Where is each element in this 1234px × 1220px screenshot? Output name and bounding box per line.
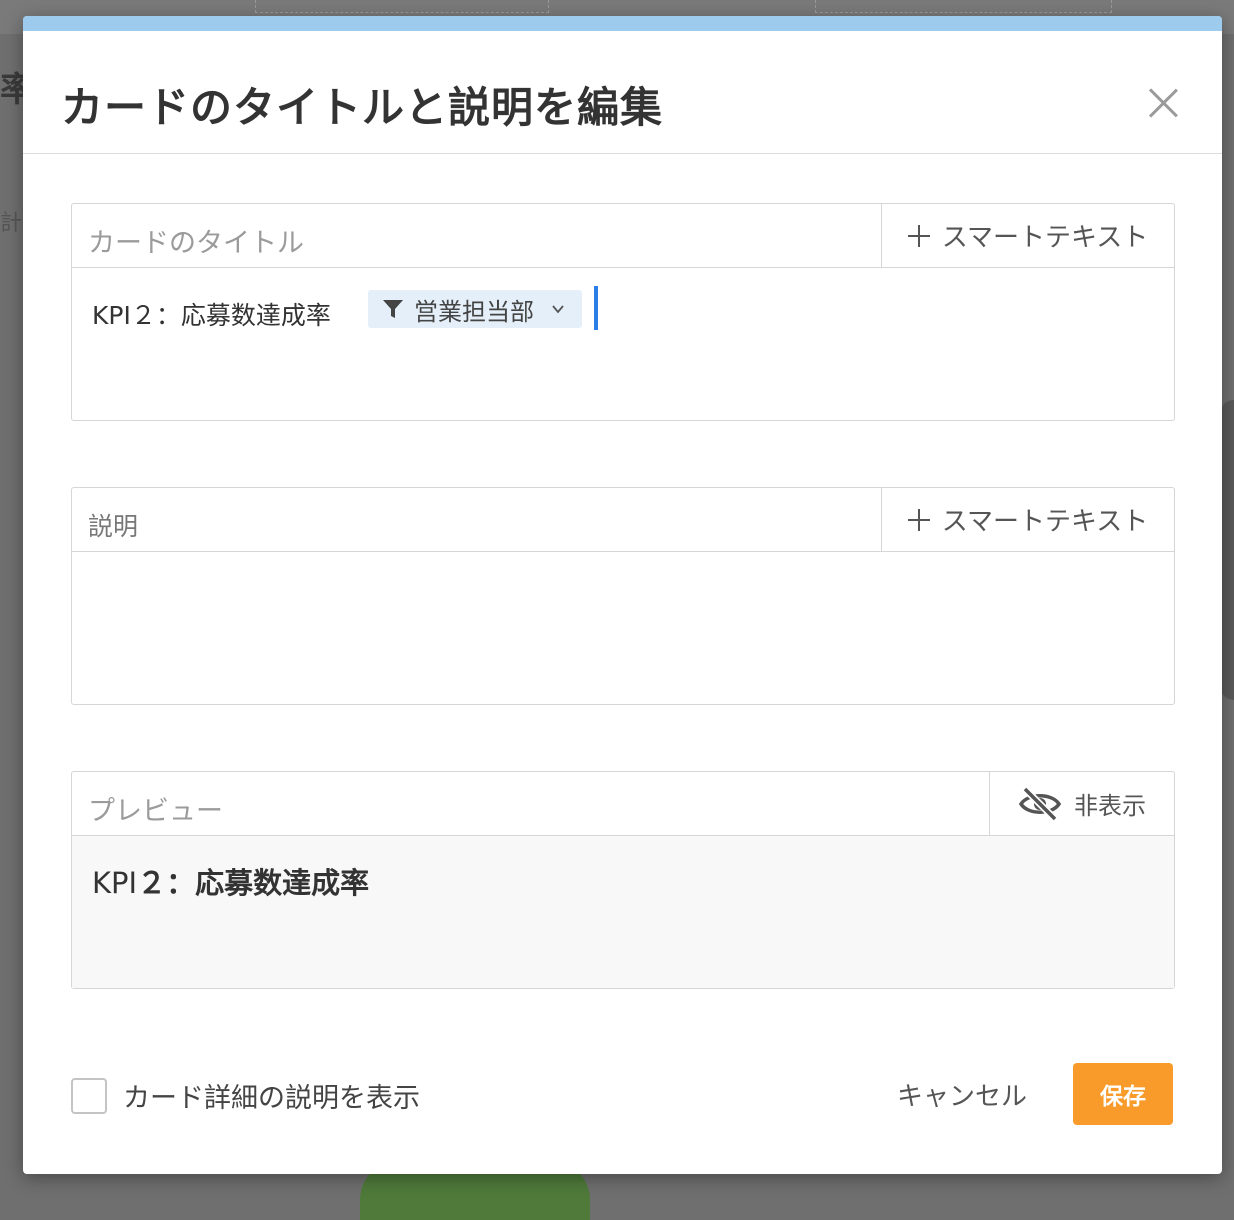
hide-preview-button[interactable]: 非表示 bbox=[989, 772, 1174, 835]
preview-title-rest: ２：応募数達成率 bbox=[137, 866, 370, 900]
preview-label: プレビュー bbox=[88, 796, 223, 827]
smart-text-label: スマートテキスト bbox=[941, 507, 1149, 537]
preview-title-text: KPI２：応募数達成率 bbox=[92, 860, 369, 902]
filter-chip[interactable]: 営業担当部 bbox=[368, 290, 582, 328]
plus-icon bbox=[907, 508, 930, 531]
background-text: 計 bbox=[0, 211, 23, 236]
text-cursor bbox=[594, 286, 598, 330]
cancel-button[interactable]: キャンセル bbox=[897, 1076, 1027, 1113]
preview-title-prefix: KPI bbox=[92, 866, 138, 900]
dialog-title: カードのタイトルと説明を編集 bbox=[61, 83, 664, 132]
chevron-down-icon[interactable] bbox=[550, 301, 566, 317]
save-button[interactable]: 保存 bbox=[1073, 1063, 1173, 1125]
card-title-label: カードのタイトル bbox=[88, 228, 304, 259]
hide-label: 非表示 bbox=[1074, 792, 1146, 820]
description-label: 説明 bbox=[88, 512, 139, 541]
card-title-input[interactable]: KPI２：応募数達成率 営業担当部 bbox=[72, 268, 1174, 420]
dialog-header: カードのタイトルと説明を編集 bbox=[23, 31, 1222, 154]
card-title-header: カードのタイトル スマートテキスト bbox=[72, 204, 1174, 268]
background-placeholder bbox=[255, 0, 549, 13]
smart-text-label: スマートテキスト bbox=[941, 223, 1149, 253]
preview-header: プレビュー 非表示 bbox=[72, 772, 1174, 836]
preview-body: KPI２：応募数達成率 bbox=[72, 836, 1174, 988]
filter-icon bbox=[383, 300, 403, 318]
show-description-label: カード詳細の説明を表示 bbox=[123, 1083, 420, 1114]
background-shape bbox=[1220, 400, 1234, 700]
filter-chip-label: 営業担当部 bbox=[414, 297, 534, 326]
show-description-toggle[interactable]: カード詳細の説明を表示 bbox=[71, 1076, 420, 1115]
title-smart-text-button[interactable]: スマートテキスト bbox=[881, 204, 1174, 267]
description-smart-text-button[interactable]: スマートテキスト bbox=[881, 488, 1174, 551]
close-icon[interactable] bbox=[1146, 86, 1180, 120]
card-title-field: カードのタイトル スマートテキスト KPI２：応募数達成率 営業担当部 bbox=[71, 203, 1175, 421]
eye-slash-icon bbox=[1018, 786, 1062, 821]
description-field: 説明 スマートテキスト bbox=[71, 487, 1175, 705]
preview-panel: プレビュー 非表示 KPI２：応募数達成率 bbox=[71, 771, 1175, 989]
dialog-accent-bar bbox=[23, 16, 1222, 31]
description-header: 説明 スマートテキスト bbox=[72, 488, 1174, 552]
edit-card-dialog: カードのタイトルと説明を編集 カードのタイトル スマートテキスト KPI２：応募… bbox=[23, 16, 1222, 1174]
plus-icon bbox=[907, 224, 930, 247]
show-description-checkbox[interactable] bbox=[71, 1077, 107, 1114]
description-input[interactable] bbox=[72, 552, 1174, 704]
card-title-text: KPI２：応募数達成率 bbox=[92, 301, 331, 330]
background-placeholder bbox=[815, 0, 1112, 13]
